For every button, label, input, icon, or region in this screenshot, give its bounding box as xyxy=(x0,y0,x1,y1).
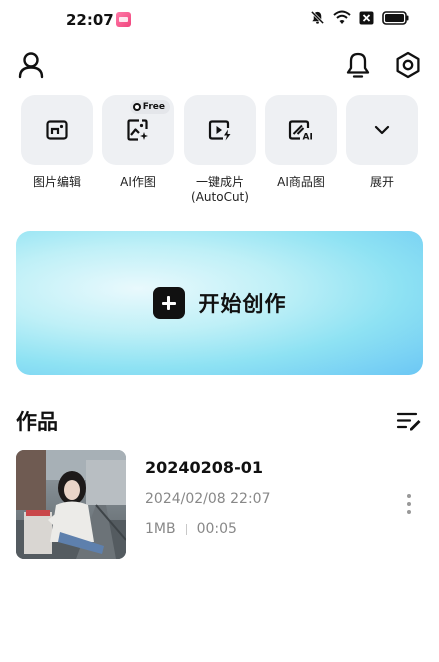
bell-icon[interactable] xyxy=(343,50,373,80)
works-section-title: 作品 xyxy=(16,410,58,434)
quick-action-tile[interactable] xyxy=(21,95,93,165)
start-create-label: 开始创作 xyxy=(198,292,287,316)
ai-image-icon xyxy=(127,119,148,141)
status-bar: 22:07 xyxy=(0,0,439,40)
start-create-button[interactable]: 开始创作 xyxy=(16,231,423,375)
more-options-icon[interactable] xyxy=(402,492,416,516)
work-duration: 00:05 xyxy=(196,521,237,537)
quick-action-image-edit[interactable]: 图片编辑 xyxy=(21,95,93,189)
quick-action-autocut[interactable]: 一键成片 (AutoCut) xyxy=(184,95,256,204)
edit-list-icon[interactable] xyxy=(396,409,422,433)
free-coin-icon xyxy=(132,103,141,111)
work-thumbnail[interactable] xyxy=(16,450,126,559)
mute-icon xyxy=(310,10,325,25)
chevron-down-icon xyxy=(374,125,390,135)
quick-action-tile[interactable] xyxy=(184,95,256,165)
image-edit-icon xyxy=(46,120,68,140)
quick-action-tile[interactable]: Free xyxy=(102,95,174,165)
quick-action-ai-product[interactable]: AI AI商品图 xyxy=(265,95,337,189)
work-list-item[interactable]: 20240208-01 2024/02/08 22:07 1MB 00:05 xyxy=(16,450,426,560)
ai-product-icon: AI xyxy=(288,120,313,143)
work-thumbnail-image xyxy=(16,450,126,559)
quick-action-expand[interactable]: 展开 xyxy=(346,95,418,189)
free-badge-label: Free xyxy=(142,102,165,112)
wifi-icon xyxy=(333,10,351,24)
settings-icon[interactable] xyxy=(393,50,423,80)
profile-icon[interactable] xyxy=(16,50,46,80)
work-date: 2024/02/08 22:07 xyxy=(145,491,271,507)
quick-action-tile[interactable]: AI xyxy=(265,95,337,165)
status-icons xyxy=(310,10,409,25)
app-notification-icon xyxy=(116,12,131,27)
start-create-content: 开始创作 xyxy=(152,287,287,319)
work-size: 1MB xyxy=(145,521,176,537)
quick-action-label: 展开 xyxy=(369,175,394,189)
quick-action-tile[interactable] xyxy=(346,95,418,165)
quick-action-ai-image[interactable]: Free AI作图 xyxy=(102,95,174,189)
meta-separator xyxy=(185,523,187,535)
battery-icon xyxy=(382,10,409,25)
free-badge: Free xyxy=(129,100,170,114)
status-time: 22:07 xyxy=(66,11,114,29)
work-title: 20240208-01 xyxy=(145,458,263,477)
plus-icon xyxy=(152,287,185,319)
svg-text:AI: AI xyxy=(303,133,313,143)
autocut-icon xyxy=(208,120,231,141)
quick-actions: 图片编辑 Free AI作图 一键成片 (AutoCut) AI AI商品图 展… xyxy=(21,95,439,215)
work-meta: 1MB 00:05 xyxy=(145,521,237,537)
sim-off-icon xyxy=(359,11,374,24)
